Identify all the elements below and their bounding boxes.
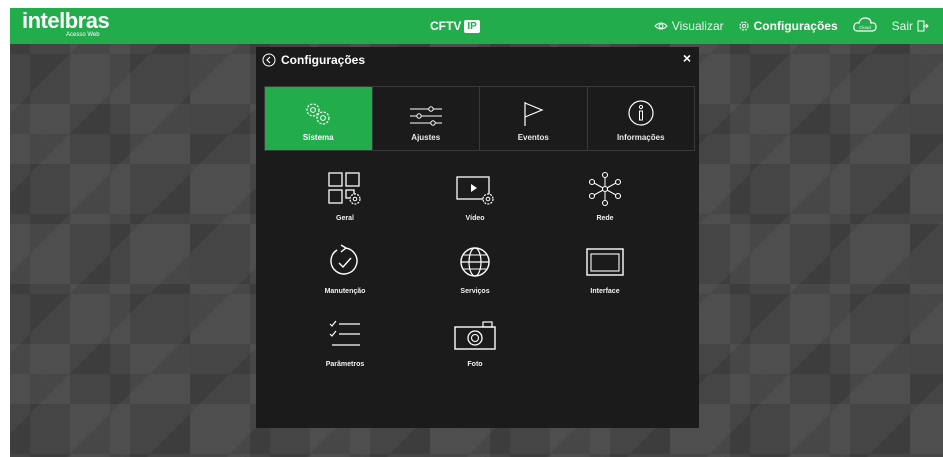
tab-eventos[interactable]: Eventos [480, 87, 588, 150]
tile-servicos-label: Serviços [460, 288, 490, 295]
cloud-badge-label: Cloud [859, 25, 871, 30]
tab-sistema-label: Sistema [302, 133, 334, 142]
tile-rede[interactable]: Rede [540, 171, 670, 222]
tab-ajustes-label: Ajustes [411, 133, 441, 142]
ip-badge: IP [464, 19, 480, 33]
network-icon [588, 171, 622, 207]
tab-informacoes-label: Informações [616, 133, 665, 142]
tile-video-label: Vídeo [465, 215, 485, 222]
nav-configuracoes[interactable]: Configurações [738, 19, 838, 33]
logout-icon [917, 20, 929, 32]
tile-geral[interactable]: Geral [280, 171, 410, 222]
globe-icon [460, 247, 490, 277]
maintenance-icon [330, 244, 358, 275]
tile-rede-label: Rede [596, 215, 614, 222]
gear-icon [739, 21, 749, 31]
tile-foto-label: Foto [467, 361, 483, 368]
nav-configuracoes-label: Configurações [753, 19, 838, 33]
dialog-header: Configurações [262, 53, 365, 67]
cloud-button[interactable]: Cloud [852, 16, 878, 37]
tile-servicos[interactable]: Serviços [410, 244, 540, 295]
brand-logo: intelbras Acesso Web [22, 8, 110, 39]
tile-geral-label: Geral [336, 215, 354, 222]
tile-manutencao[interactable]: Manutenção [280, 244, 410, 295]
sliders-icon [409, 106, 442, 126]
cftv-ip-logo: CFTV IP [430, 19, 480, 33]
brand-subtitle: Acesso Web [66, 32, 100, 38]
brand-name: intelbras [22, 8, 110, 33]
settings-dialog: Configurações × Sistema Ajustes Eventos … [256, 47, 699, 428]
interface-icon [586, 248, 624, 276]
flag-icon [524, 102, 544, 126]
tile-foto[interactable]: Foto [410, 317, 540, 368]
nav-visualizar-label: Visualizar [671, 19, 724, 33]
video-settings-icon [456, 176, 494, 205]
tab-informacoes[interactable]: Informações [588, 87, 695, 150]
tile-interface[interactable]: Interface [540, 244, 670, 295]
top-bar: intelbras Acesso Web CFTV IP Visualizar … [10, 8, 943, 44]
settings-grid: Geral Vídeo Rede Manutenção Serviços Int… [280, 171, 670, 368]
cloud-icon: Cloud [852, 16, 877, 32]
camera-icon [454, 321, 496, 350]
nav-sair[interactable]: Sair [892, 19, 929, 33]
top-nav: Visualizar Configurações Cloud Sair [654, 8, 943, 44]
close-button[interactable]: × [683, 50, 691, 66]
nav-visualizar[interactable]: Visualizar [654, 19, 724, 33]
tab-eventos-label: Eventos [517, 133, 549, 142]
dialog-title: Configurações [281, 53, 366, 67]
cftv-label: CFTV [430, 19, 462, 33]
tile-manutencao-label: Manutenção [324, 288, 366, 295]
tab-ajustes[interactable]: Ajustes [373, 87, 480, 150]
info-icon [628, 100, 654, 126]
back-icon[interactable] [262, 53, 276, 67]
general-grid-icon [328, 172, 361, 205]
parameters-list-icon [329, 320, 360, 346]
nav-sair-label: Sair [891, 19, 913, 33]
eye-icon [654, 22, 668, 30]
gears-icon [306, 103, 330, 125]
tile-parametros[interactable]: Parâmetros [280, 317, 410, 368]
tile-interface-label: Interface [590, 288, 620, 295]
tab-sistema[interactable]: Sistema [265, 87, 373, 150]
tile-video[interactable]: Vídeo [410, 171, 540, 222]
settings-tabs: Sistema Ajustes Eventos Informações [264, 86, 695, 151]
tile-parametros-label: Parâmetros [325, 361, 365, 368]
